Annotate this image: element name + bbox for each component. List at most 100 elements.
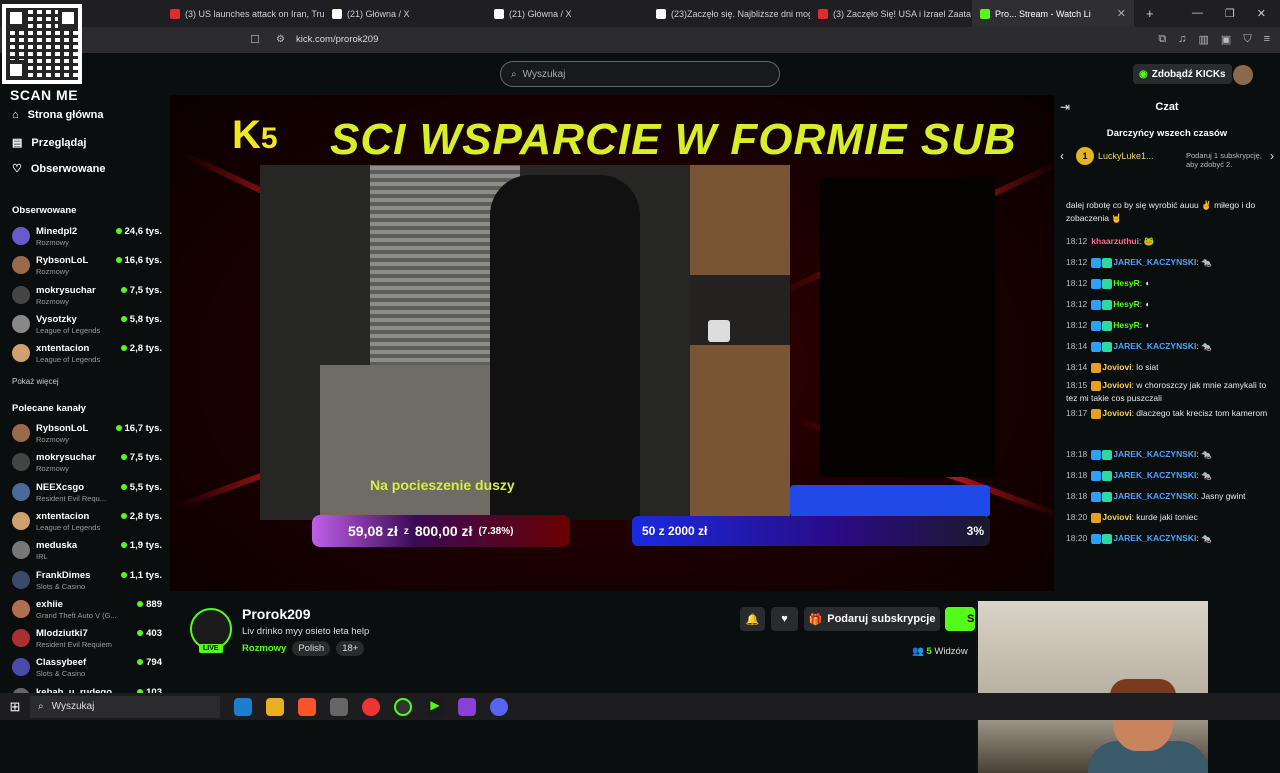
chrome-icon[interactable]: [362, 697, 380, 716]
site-settings-icon[interactable]: ⚙: [276, 34, 285, 45]
gift-sub-button[interactable]: 🎁 Podaruj subskrypcje: [804, 607, 940, 631]
get-kicks-button[interactable]: ◉ Zdobądź KICKs: [1133, 64, 1232, 84]
home-icon: ⌂: [12, 109, 19, 121]
gifters-prev-icon[interactable]: ‹: [1060, 149, 1064, 163]
channel-item[interactable]: meduska IRL 1,9 tys.: [12, 539, 162, 567]
tag-language[interactable]: Polish: [292, 641, 331, 656]
channel-avatar: [12, 658, 30, 677]
search-input[interactable]: ⌕ Wyszukaj: [500, 61, 780, 87]
chat-username[interactable]: JAREK_KACZYNSKI: [1113, 533, 1196, 543]
channel-item[interactable]: Vysotzky League of Legends 5,8 tys.: [12, 313, 162, 341]
followed-title: Obserwowane: [12, 205, 77, 216]
chat-username[interactable]: JAREK_KACZYNSKI: [1113, 491, 1196, 501]
chat-username[interactable]: HesyR: [1113, 278, 1139, 288]
file-explorer-icon[interactable]: [266, 697, 284, 716]
user-badge-icon: [1091, 408, 1102, 419]
stream-category[interactable]: Rozmowy: [242, 643, 286, 654]
obs-icon[interactable]: [394, 697, 412, 716]
browser-tab[interactable]: Pro... Stream - Watch Li ✕: [972, 0, 1134, 27]
channel-item[interactable]: Minedpl2 Rozmowy 24,6 tys.: [12, 225, 162, 253]
chat-username[interactable]: Joviovi: [1102, 408, 1131, 418]
chat-username[interactable]: JAREK_KACZYNSKI: [1113, 257, 1196, 267]
channel-item[interactable]: exhiie Grand Theft Auto V (G... 889: [12, 598, 162, 626]
windows-start-icon[interactable]: ⊞: [0, 699, 30, 715]
browser-tab[interactable]: (21) Główna / X: [324, 0, 486, 27]
chat-username[interactable]: Joviovi: [1102, 362, 1131, 372]
minimize-icon[interactable]: —: [1192, 7, 1203, 20]
taskbar-apps: ▶: [234, 697, 508, 716]
maximize-icon[interactable]: ❐: [1225, 7, 1235, 20]
nav-following[interactable]: ♡ Obserwowane: [12, 162, 105, 176]
chat-username[interactable]: HesyR: [1113, 299, 1139, 309]
brave-icon[interactable]: [298, 697, 316, 716]
channel-item[interactable]: mokrysuchar Rozmowy 7,5 tys.: [12, 451, 162, 479]
notification-bell-button[interactable]: 🔔: [740, 607, 765, 631]
music-icon[interactable]: ♫: [1178, 33, 1186, 46]
browser-tab[interactable]: (21) Główna / X: [486, 0, 648, 27]
follow-heart-button[interactable]: ♥: [771, 607, 798, 631]
scan-me-label: SCAN ME: [10, 87, 79, 103]
channel-item[interactable]: RybsonLoL Rozmowy 16,7 tys.: [12, 422, 162, 450]
chat-message: 18:18 JAREK_KACZYNSKI: 🐀: [1066, 448, 1276, 461]
taskbar-search[interactable]: ⌕ Wyszukaj: [30, 695, 220, 718]
bookmark-icon[interactable]: ☐: [250, 33, 260, 46]
top-gifter[interactable]: 1 LuckyLuke1...: [1076, 147, 1154, 165]
new-tab-button[interactable]: +: [1134, 6, 1166, 21]
subscribe-button[interactable]: S: [945, 607, 975, 631]
nav-browse[interactable]: ▤ Przeglądaj: [12, 136, 86, 150]
channel-item[interactable]: FrankDimes Slots & Casino 1,1 tys.: [12, 569, 162, 597]
sidebar-toggle-icon[interactable]: ▥: [1199, 33, 1209, 46]
channel-item[interactable]: kebab_u_rudego 103: [12, 686, 162, 693]
channel-item[interactable]: Mlodziutki7 Resident Evil Requiem 403: [12, 627, 162, 655]
channel-item[interactable]: NEEXcsgo Resident Evil Requ... 5,5 tys.: [12, 481, 162, 509]
gifters-next-icon[interactable]: ›: [1270, 149, 1274, 163]
streamer-name[interactable]: Prorok209: [242, 606, 310, 622]
live-dot-icon: [120, 571, 127, 578]
video-player[interactable]: K5 SCI WSPARCIE W FORMIE SUB Na pociesze…: [170, 95, 1054, 591]
kick-app-icon[interactable]: ▶: [426, 697, 444, 716]
browser-tab[interactable]: (23)Zaczęło się. Najbliższe dni mogą: [648, 0, 810, 27]
video-caption: Na pocieszenie duszy: [370, 477, 515, 493]
channel-item[interactable]: mokrysuchar Rozmowy 7,5 tys.: [12, 284, 162, 312]
menu-icon[interactable]: ≡: [1264, 33, 1270, 46]
shield-icon[interactable]: ⛉: [1243, 33, 1251, 46]
chat-username[interactable]: HesyR: [1113, 320, 1139, 330]
chat-text: : 🐀: [1196, 257, 1212, 267]
wallet-icon[interactable]: ▣: [1221, 33, 1231, 46]
nav-home-label: Strona główna: [27, 109, 104, 121]
browser-tab[interactable]: (3) US launches attack on Iran, Trump: [162, 0, 324, 27]
show-more-link[interactable]: Pokaż więcej: [12, 377, 59, 386]
streamlabs-icon[interactable]: [458, 697, 476, 716]
user-avatar[interactable]: [1233, 65, 1253, 85]
bell-icon: 🔔: [745, 613, 760, 626]
sub-goal-bar: 50 z 2000 zł 3%: [632, 516, 990, 546]
channel-item[interactable]: Classybeef Slots & Casino 794: [12, 656, 162, 684]
chat-message: 18:12 HesyR: ◖: [1066, 277, 1276, 290]
app-icon[interactable]: [330, 697, 348, 716]
chat-username[interactable]: Joviovi: [1102, 380, 1131, 390]
browser-tab[interactable]: (3) Zaczęło Się! USA i Izrael Zaata: [810, 0, 972, 27]
channel-item[interactable]: xntentacion League of Legends 2,8 tys.: [12, 510, 162, 538]
chat-username[interactable]: JAREK_KACZYNSKI: [1113, 341, 1196, 351]
tag-age[interactable]: 18+: [336, 641, 365, 656]
close-tab-icon[interactable]: ✕: [1117, 7, 1126, 20]
nav-home[interactable]: ⌂ Strona główna: [12, 109, 103, 121]
chat-time: 18:12: [1066, 257, 1088, 267]
edge-icon[interactable]: [234, 697, 252, 716]
live-dot-icon: [120, 454, 127, 461]
tab-favicon-icon: [494, 8, 504, 19]
extensions-icon[interactable]: ⧉: [1158, 33, 1166, 46]
chat-username[interactable]: JAREK_KACZYNSKI: [1113, 470, 1196, 480]
channel-item[interactable]: RybsonLoL Rozmowy 16,6 tys.: [12, 254, 162, 282]
channel-viewers: 16,7 tys.: [115, 423, 162, 434]
chat-username[interactable]: khaarzuthui: [1091, 236, 1139, 246]
channel-item[interactable]: xntentacion League of Legends 2,8 tys.: [12, 342, 162, 370]
goal1-percent: (7.38%): [478, 525, 514, 537]
chat-username[interactable]: Joviovi: [1102, 512, 1131, 522]
url-field[interactable]: kick.com/prorok209: [296, 34, 378, 45]
chat-text: : ◖: [1139, 299, 1150, 309]
close-window-icon[interactable]: ✕: [1257, 7, 1266, 20]
chat-username[interactable]: JAREK_KACZYNSKI: [1113, 449, 1196, 459]
tab-title: (21) Główna / X: [509, 8, 572, 19]
discord-icon[interactable]: [490, 697, 508, 716]
